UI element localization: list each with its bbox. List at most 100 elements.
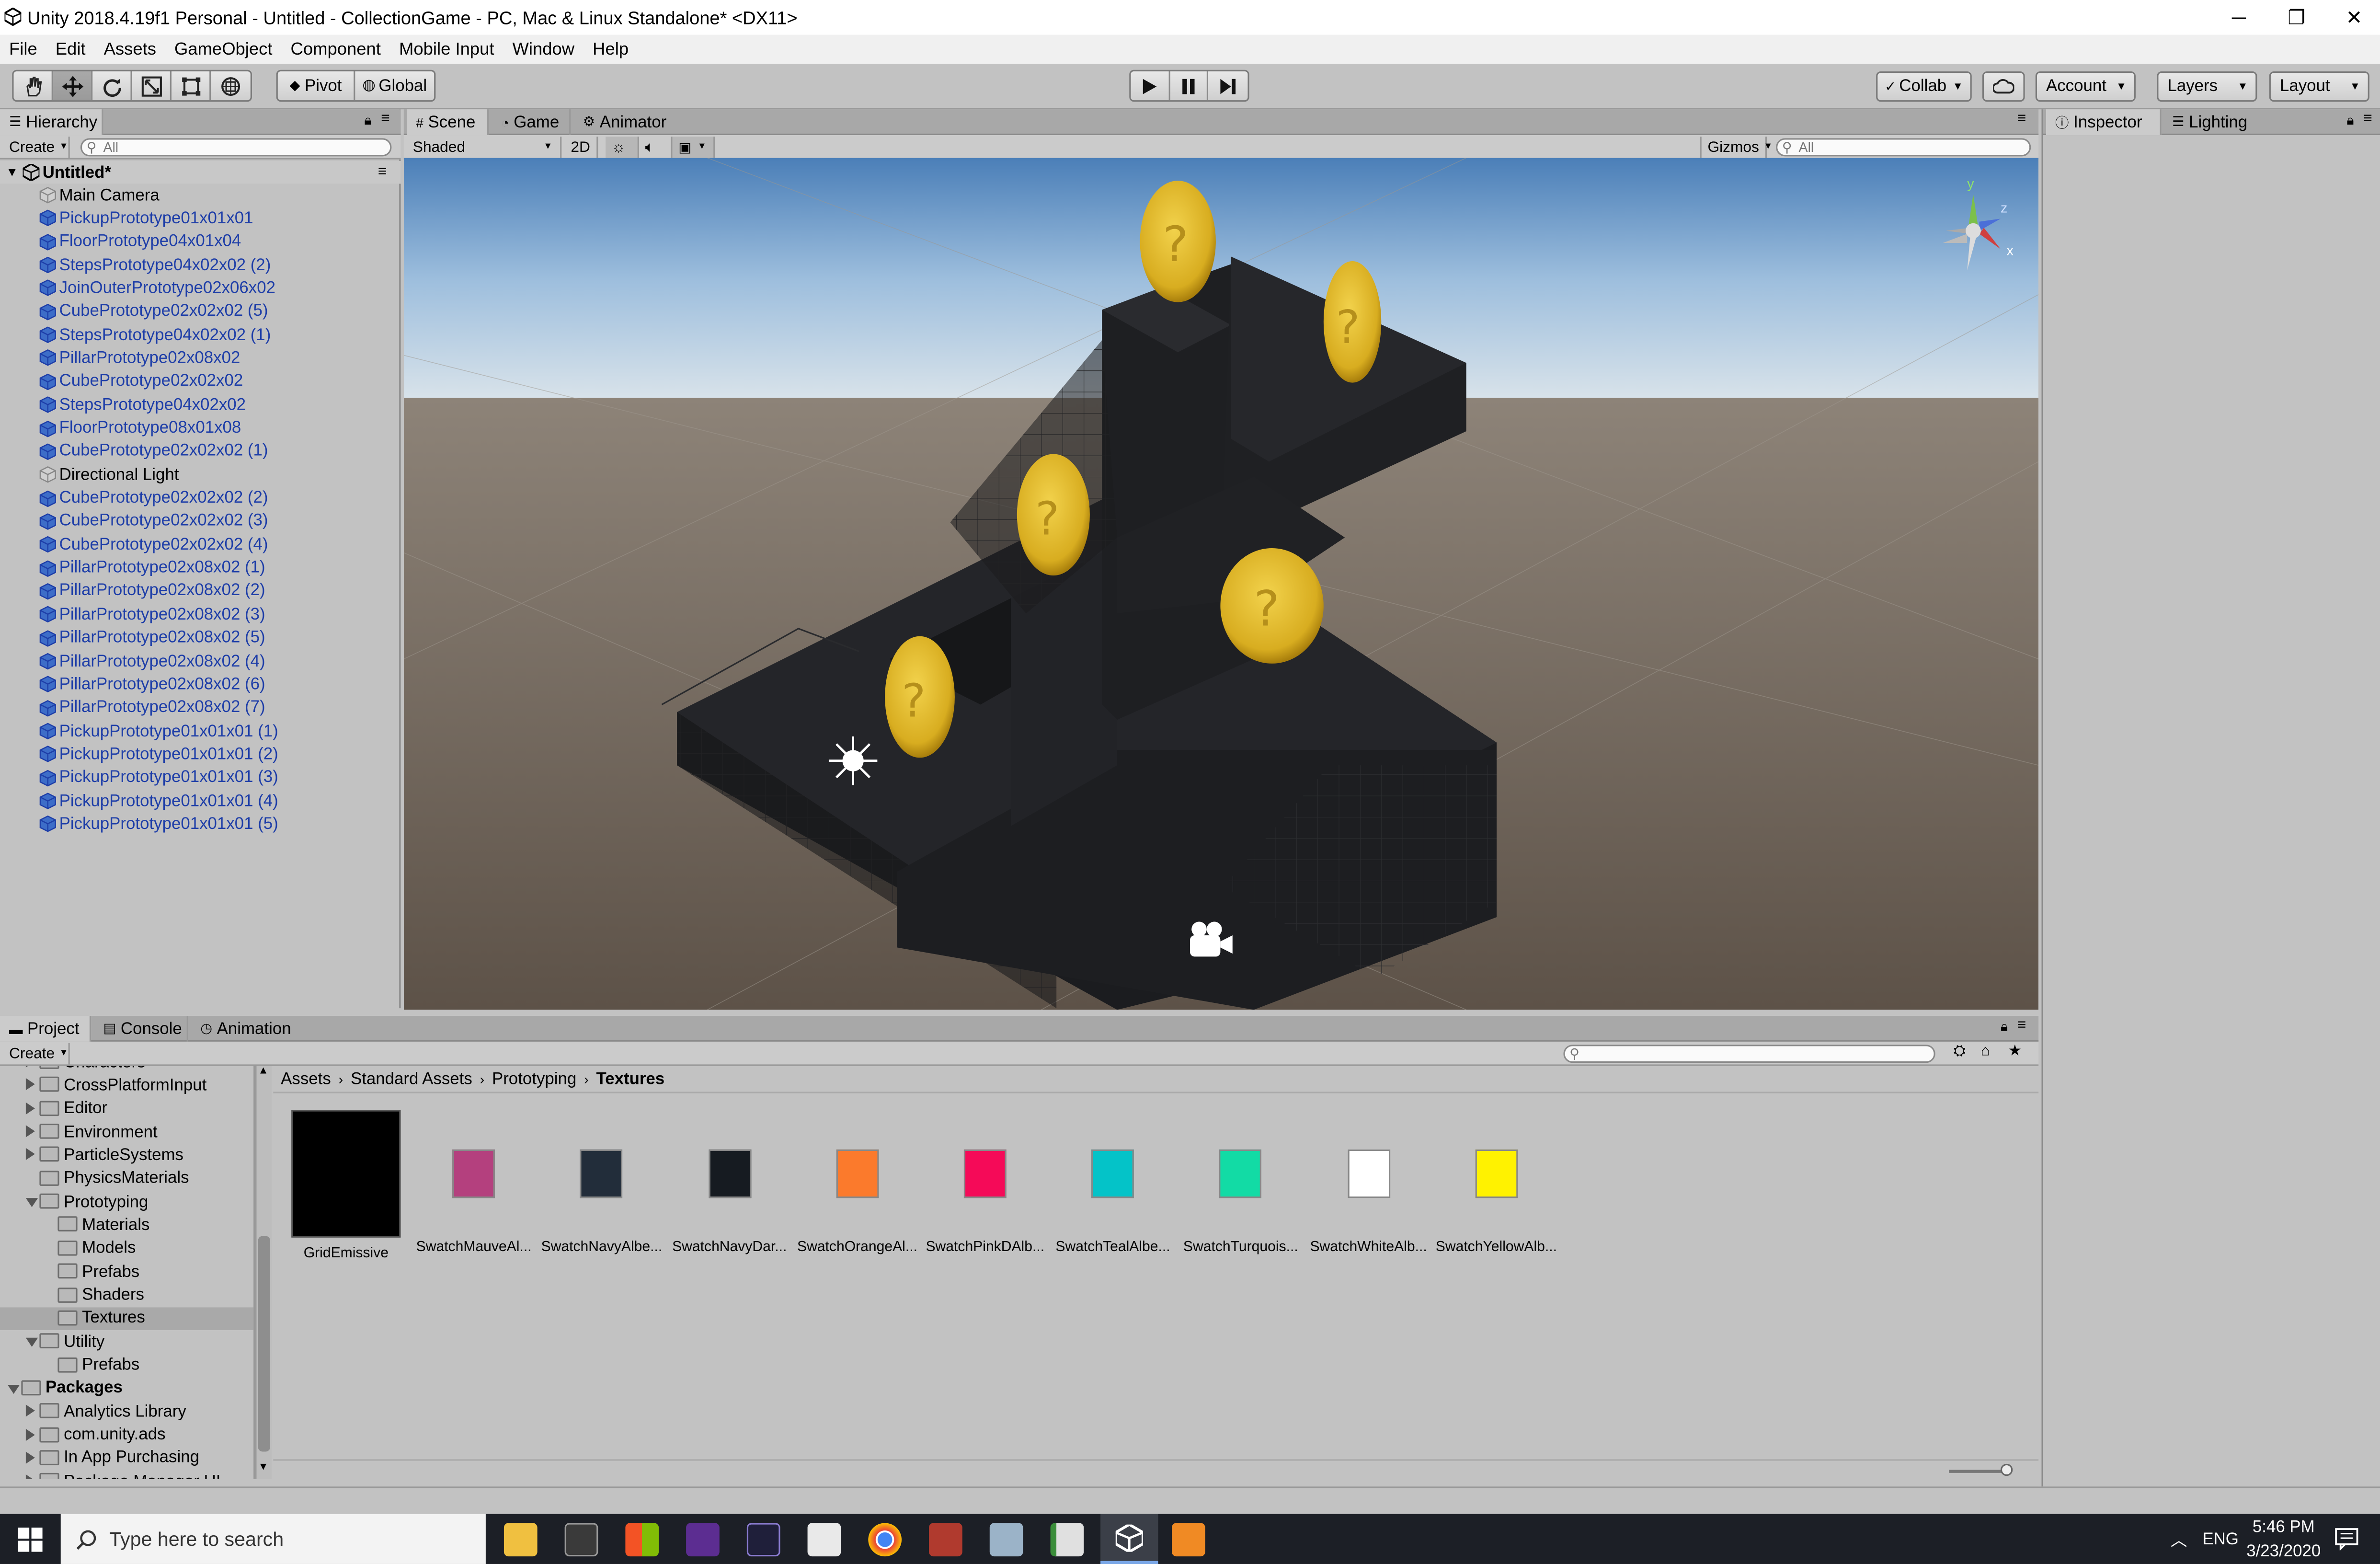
close-button[interactable]: ✕ — [2319, 0, 2380, 35]
chevron-right-icon[interactable] — [25, 1428, 35, 1440]
hierarchy-item[interactable]: PillarPrototype02x08x02 (7) — [0, 697, 400, 720]
hierarchy-item[interactable]: PillarPrototype02x08x02 (1) — [0, 557, 400, 580]
filter-type-icon[interactable]: ⛭ — [1954, 1043, 1966, 1060]
scene-search-input[interactable]: ⚲ All — [1776, 138, 2031, 157]
hierarchy-item[interactable]: Directional Light — [0, 463, 400, 486]
scale-tool-button[interactable] — [132, 71, 172, 101]
app-icon-9[interactable] — [989, 1523, 1023, 1557]
panel-menu-icon[interactable]: ≡ — [381, 111, 390, 127]
hierarchy-item[interactable]: JoinOuterPrototype02x06x02 — [0, 277, 400, 300]
panel-menu-icon[interactable]: ≡ — [2017, 1017, 2026, 1034]
notification-icon[interactable] — [2334, 1528, 2359, 1551]
cloud-button[interactable] — [1982, 71, 2025, 102]
project-create-button[interactable]: Create ▼ — [3, 1043, 70, 1065]
visual-studio-2-icon[interactable] — [746, 1523, 780, 1557]
hand-tool-button[interactable] — [13, 71, 53, 101]
microsoft-store-icon[interactable] — [625, 1523, 659, 1557]
menu-edit[interactable]: Edit — [46, 40, 95, 58]
folder-tree-item[interactable]: Materials — [0, 1214, 253, 1237]
asset-tile[interactable]: SwatchMauveAl... — [410, 1105, 538, 1256]
label-tag-icon[interactable]: ⌂ — [1981, 1043, 1990, 1060]
folder-tree-item[interactable]: Utility — [0, 1331, 253, 1354]
folder-tree-item[interactable]: CrossPlatformInput — [0, 1074, 253, 1097]
asset-tile[interactable]: SwatchNavyAlbe... — [538, 1105, 665, 1256]
folder-tree-item[interactable]: In App Purchasing — [0, 1447, 253, 1470]
hierarchy-search-input[interactable]: ⚲ All — [80, 138, 392, 157]
project-search-input[interactable]: ⚲ — [1563, 1045, 1935, 1063]
hierarchy-item[interactable]: StepsPrototype04x02x02 — [0, 393, 400, 416]
tree-scrollbar[interactable]: ▲ ▼ — [255, 1066, 272, 1479]
lock-icon[interactable]: 🔒︎ — [364, 112, 371, 129]
folder-tree-item[interactable]: Packages — [0, 1377, 253, 1400]
app-icon-12[interactable] — [1172, 1523, 1205, 1557]
chevron-right-icon[interactable] — [25, 1474, 35, 1479]
menu-assets[interactable]: Assets — [95, 40, 165, 58]
chevron-right-icon[interactable] — [25, 1405, 35, 1417]
folder-tree-item[interactable]: Prefabs — [0, 1354, 253, 1377]
asset-tile[interactable]: SwatchTealAlbe... — [1049, 1105, 1177, 1256]
hierarchy-item[interactable]: FloorPrototype08x01x08 — [0, 417, 400, 440]
tree-scroll-thumb[interactable] — [258, 1236, 270, 1452]
pivot-button[interactable]: ◆ Pivot — [277, 71, 355, 101]
layers-dropdown[interactable]: Layers ▼ — [2157, 71, 2257, 102]
chevron-right-icon[interactable] — [25, 1079, 35, 1091]
folder-tree-item[interactable]: Environment — [0, 1121, 253, 1144]
language-indicator[interactable]: ENG — [2202, 1530, 2239, 1549]
breadcrumb-textures[interactable]: Textures — [596, 1070, 664, 1088]
hierarchy-item[interactable]: CubePrototype02x02x02 (1) — [0, 440, 400, 463]
tab-inspector[interactable]: ⓘ Inspector — [2046, 109, 2162, 136]
chevron-right-icon[interactable] — [25, 1125, 35, 1138]
scene-root-row[interactable]: ▼ Untitled* ≡ — [0, 161, 401, 184]
asset-tile[interactable]: SwatchTurquois... — [1177, 1105, 1304, 1256]
scroll-down-icon[interactable]: ▼ — [258, 1462, 269, 1473]
folder-tree-item[interactable]: Editor — [0, 1097, 253, 1120]
hierarchy-item[interactable]: CubePrototype02x02x02 (2) — [0, 487, 400, 510]
chrome-icon[interactable] — [868, 1523, 902, 1557]
winrar-icon[interactable] — [929, 1523, 962, 1557]
asset-tile[interactable]: SwatchYellowAlb... — [1432, 1105, 1560, 1256]
folder-tree-item[interactable]: PhysicsMaterials — [0, 1167, 253, 1190]
chevron-right-icon[interactable] — [25, 1066, 35, 1068]
hierarchy-item[interactable]: PillarPrototype02x08x02 (2) — [0, 580, 400, 603]
tab-game[interactable]: ◔ Game — [492, 109, 571, 136]
hierarchy-item[interactable]: PillarPrototype02x08x02 (5) — [0, 627, 400, 650]
hierarchy-item[interactable]: StepsPrototype04x02x02 (1) — [0, 323, 400, 346]
hierarchy-item[interactable]: CubePrototype02x02x02 — [0, 370, 400, 393]
folder-tree-item[interactable]: com.unity.ads — [0, 1424, 253, 1447]
folder-tree-item[interactable]: Prefabs — [0, 1261, 253, 1284]
chevron-right-icon[interactable] — [25, 1148, 35, 1161]
hierarchy-item[interactable]: PillarPrototype02x08x02 — [0, 347, 400, 370]
asset-tile[interactable]: SwatchOrangeAl... — [793, 1105, 921, 1256]
hierarchy-item[interactable]: CubePrototype02x02x02 (3) — [0, 510, 400, 533]
breadcrumb-assets[interactable]: Assets — [281, 1070, 331, 1088]
breadcrumb-standard-assets[interactable]: Standard Assets — [351, 1070, 472, 1088]
folder-tree-item[interactable]: Models — [0, 1237, 253, 1260]
chevron-down-icon[interactable] — [25, 1338, 38, 1347]
rotate-tool-button[interactable] — [92, 71, 132, 101]
scroll-up-icon[interactable]: ▲ — [258, 1066, 269, 1077]
notepad-icon[interactable] — [1050, 1523, 1084, 1557]
breadcrumb-prototyping[interactable]: Prototyping — [492, 1070, 576, 1088]
folder-tree-item[interactable]: Textures — [0, 1307, 254, 1330]
unity-taskbar-button[interactable] — [1100, 1514, 1158, 1564]
global-button[interactable]: ◍ Global — [355, 71, 435, 101]
folder-tree-item[interactable]: Characters — [0, 1066, 253, 1074]
tab-hierarchy[interactable]: ☰ Hierarchy — [0, 109, 103, 136]
asset-tile[interactable]: SwatchPinkDAlb... — [921, 1105, 1049, 1256]
tab-project[interactable]: ▬ Project — [0, 1015, 92, 1042]
hierarchy-item[interactable]: PickupPrototype01x01x01 (3) — [0, 767, 400, 790]
menu-gameobject[interactable]: GameObject — [165, 40, 282, 58]
clock-time[interactable]: 5:46 PM — [2253, 1518, 2315, 1537]
hierarchy-item[interactable]: PillarPrototype02x08x02 (4) — [0, 650, 400, 673]
asset-tile[interactable]: SwatchNavyDar... — [666, 1105, 793, 1256]
tab-animator[interactable]: ⚙ Animator — [574, 109, 680, 135]
taskbar-search-input[interactable]: Type here to search — [60, 1514, 486, 1564]
visual-studio-icon[interactable] — [686, 1523, 720, 1557]
folder-tree-item[interactable]: ParticleSystems — [0, 1144, 253, 1167]
hierarchy-item[interactable]: FloorPrototype04x01x04 — [0, 230, 400, 253]
audio-toggle[interactable]: 🔈︎ — [639, 137, 673, 158]
file-explorer-icon[interactable] — [503, 1523, 538, 1557]
menu-help[interactable]: Help — [584, 40, 638, 58]
hierarchy-item[interactable]: PickupPrototype01x01x01 (4) — [0, 790, 400, 813]
chevron-down-icon[interactable] — [7, 1384, 20, 1394]
